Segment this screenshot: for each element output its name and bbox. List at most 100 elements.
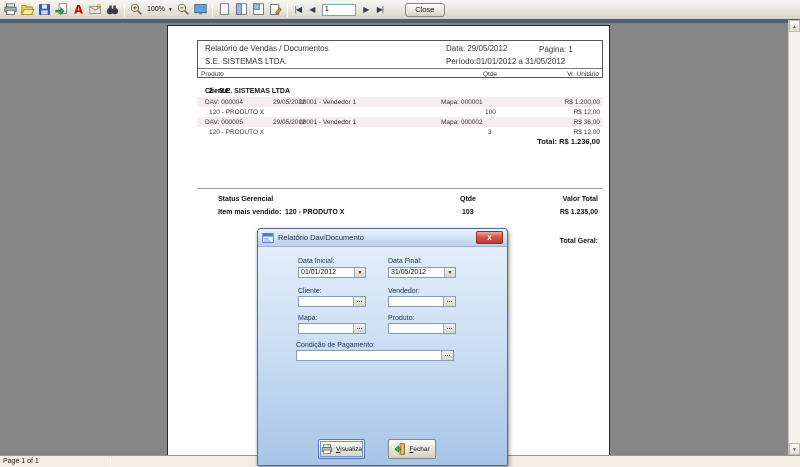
dialog-body: Data Inicial: 01/01/2012 ▼ Data Final: 3… [258, 247, 507, 466]
data-inicial-combo[interactable]: 01/01/2012 ▼ [298, 267, 366, 278]
column-produto: Produto [201, 71, 224, 78]
condicao-pagamento-field: ... [296, 350, 454, 361]
find-icon[interactable] [104, 2, 121, 18]
total-line: Total: R$ 1.236,00 [197, 137, 603, 146]
data-final-combo[interactable]: 31/05/2012 ▼ [388, 267, 456, 278]
fechar-label: Fechar [409, 446, 429, 453]
save-icon[interactable] [36, 2, 53, 18]
report-page-number: Página: 1 [539, 45, 573, 54]
zoom-level-select[interactable]: 100% ▼ [145, 3, 175, 16]
toolbar-separator [212, 3, 213, 17]
statusbar-divider [110, 458, 111, 466]
item-qty: 100 [485, 109, 496, 116]
client-value: 2 - S.E. SISTEMAS LTDA [209, 88, 290, 95]
dav-seller: 00001 - Vendedor 1 [299, 99, 356, 106]
status-qty-header: Qtde [460, 196, 476, 203]
best-seller-name: 120 - PRODUTO X [285, 209, 344, 216]
dav-value: R$ 36,00 [574, 119, 600, 126]
item-value: R$ 12,00 [574, 109, 600, 116]
column-qtde: Qtde [483, 71, 497, 78]
first-page-icon[interactable]: |◀ [291, 5, 305, 14]
dav-number: DAV: 000005 [205, 119, 243, 126]
next-page-icon[interactable]: ▶ [359, 5, 373, 14]
dialog-title: Relatório Dav/Documento [278, 233, 472, 242]
printer-icon [321, 444, 333, 455]
toolbar-separator [287, 3, 288, 17]
cliente-field: ... [298, 296, 366, 307]
mapa-label: Mapa: [298, 315, 317, 322]
report-date: Data: 29/05/2012 [446, 44, 507, 53]
data-inicial-label: Data Inicial: [298, 258, 335, 265]
vendedor-lookup-button[interactable]: ... [443, 297, 455, 306]
dav-mapa: Mapa: 000002 [441, 119, 483, 126]
mapa-input[interactable] [299, 324, 353, 333]
table-row-dav: DAV: 000005 29/05/2012 00001 - Vendedor … [197, 117, 603, 127]
column-vr-unitario: Vr. Unitário [567, 71, 599, 78]
zoom-out-icon[interactable] [175, 2, 192, 18]
best-seller-label: Item mais vendido: [218, 209, 281, 216]
relatorio-dav-dialog: Relatório Dav/Documento x Data Inicial: … [257, 228, 508, 466]
chevron-down-icon[interactable]: ▼ [444, 268, 455, 277]
preview-toolbar: A 100% ▼ |◀ ◀ ▶ ▶| Close [0, 0, 800, 19]
report-header-box: Relatório de Vendas / Documentos Data: 2… [197, 40, 603, 78]
condicao-pagamento-label: Condição de Pagamento: [296, 342, 375, 349]
scroll-up-icon[interactable]: ▲ [789, 20, 800, 32]
mapa-field: ... [298, 323, 366, 334]
produto-label: Produto: [388, 315, 414, 322]
produto-input[interactable] [389, 324, 443, 333]
page-setup-icon[interactable] [267, 2, 284, 18]
best-seller-value: R$ 1.235,00 [560, 209, 598, 216]
item-value: R$ 12,00 [574, 129, 600, 136]
last-page-icon[interactable]: ▶| [373, 5, 387, 14]
produto-lookup-button[interactable]: ... [443, 324, 455, 333]
close-button[interactable]: Close [405, 3, 445, 17]
vendedor-input[interactable] [389, 297, 443, 306]
scroll-down-icon[interactable]: ▼ [789, 443, 800, 455]
cliente-input[interactable] [299, 297, 353, 306]
dav-seller: 00001 - Vendedor 1 [299, 119, 356, 126]
facing-pages-icon[interactable] [233, 2, 250, 18]
dav-mapa: Mapa: 000001 [441, 99, 483, 106]
report-title: Relatório de Vendas / Documentos [205, 44, 329, 53]
pdf-icon[interactable]: A [70, 2, 87, 18]
vertical-scrollbar[interactable]: ▲ ▼ [788, 20, 800, 455]
dialog-close-icon[interactable]: x [476, 231, 503, 244]
svg-text:A: A [74, 3, 83, 16]
page-count-text: Page 1 of 1 [3, 458, 39, 465]
best-seller-qty: 103 [462, 209, 474, 216]
section-divider [197, 188, 603, 189]
report-company: S.E. SISTEMAS LTDA. [205, 57, 287, 66]
client-line: Cliente: 2 - S.E. SISTEMAS LTDA [205, 88, 209, 95]
open-icon[interactable] [19, 2, 36, 18]
page-number-input[interactable] [322, 4, 356, 16]
dav-number: DAV: 000004 [205, 99, 243, 106]
condicao-lookup-button[interactable]: ... [441, 351, 453, 360]
print-icon[interactable] [2, 2, 19, 18]
mapa-lookup-button[interactable]: ... [353, 324, 365, 333]
visualiza-label: Visualiza [336, 446, 362, 453]
fechar-button[interactable]: Fechar [388, 439, 436, 459]
data-inicial-value: 01/01/2012 [299, 269, 354, 276]
status-value-header: Valor Total [563, 196, 598, 203]
page-width-icon[interactable] [250, 2, 267, 18]
prev-page-icon[interactable]: ◀ [305, 5, 319, 14]
cliente-label: Cliente: [298, 288, 322, 295]
produto-field: ... [388, 323, 456, 334]
data-final-label: Data Final: [388, 258, 422, 265]
condicao-pagamento-input[interactable] [297, 351, 441, 360]
visualiza-button[interactable]: Visualiza [318, 439, 365, 459]
fit-screen-icon[interactable] [192, 2, 209, 18]
item-qty: 3 [488, 129, 492, 136]
whole-page-icon[interactable] [216, 2, 233, 18]
zoom-in-icon[interactable] [128, 2, 145, 18]
export-icon[interactable] [53, 2, 70, 18]
dav-value: R$ 1.200,00 [565, 99, 600, 106]
email-icon[interactable] [87, 2, 104, 18]
chevron-down-icon: ▼ [168, 7, 173, 13]
report-period: Período:01/01/2012 a 31/05/2012 [446, 57, 565, 66]
vendedor-field: ... [388, 296, 456, 307]
item-product: 120 - PRODUTO X [209, 129, 264, 136]
dialog-title-bar[interactable]: Relatório Dav/Documento x [258, 229, 507, 247]
cliente-lookup-button[interactable]: ... [353, 297, 365, 306]
chevron-down-icon[interactable]: ▼ [354, 268, 365, 277]
